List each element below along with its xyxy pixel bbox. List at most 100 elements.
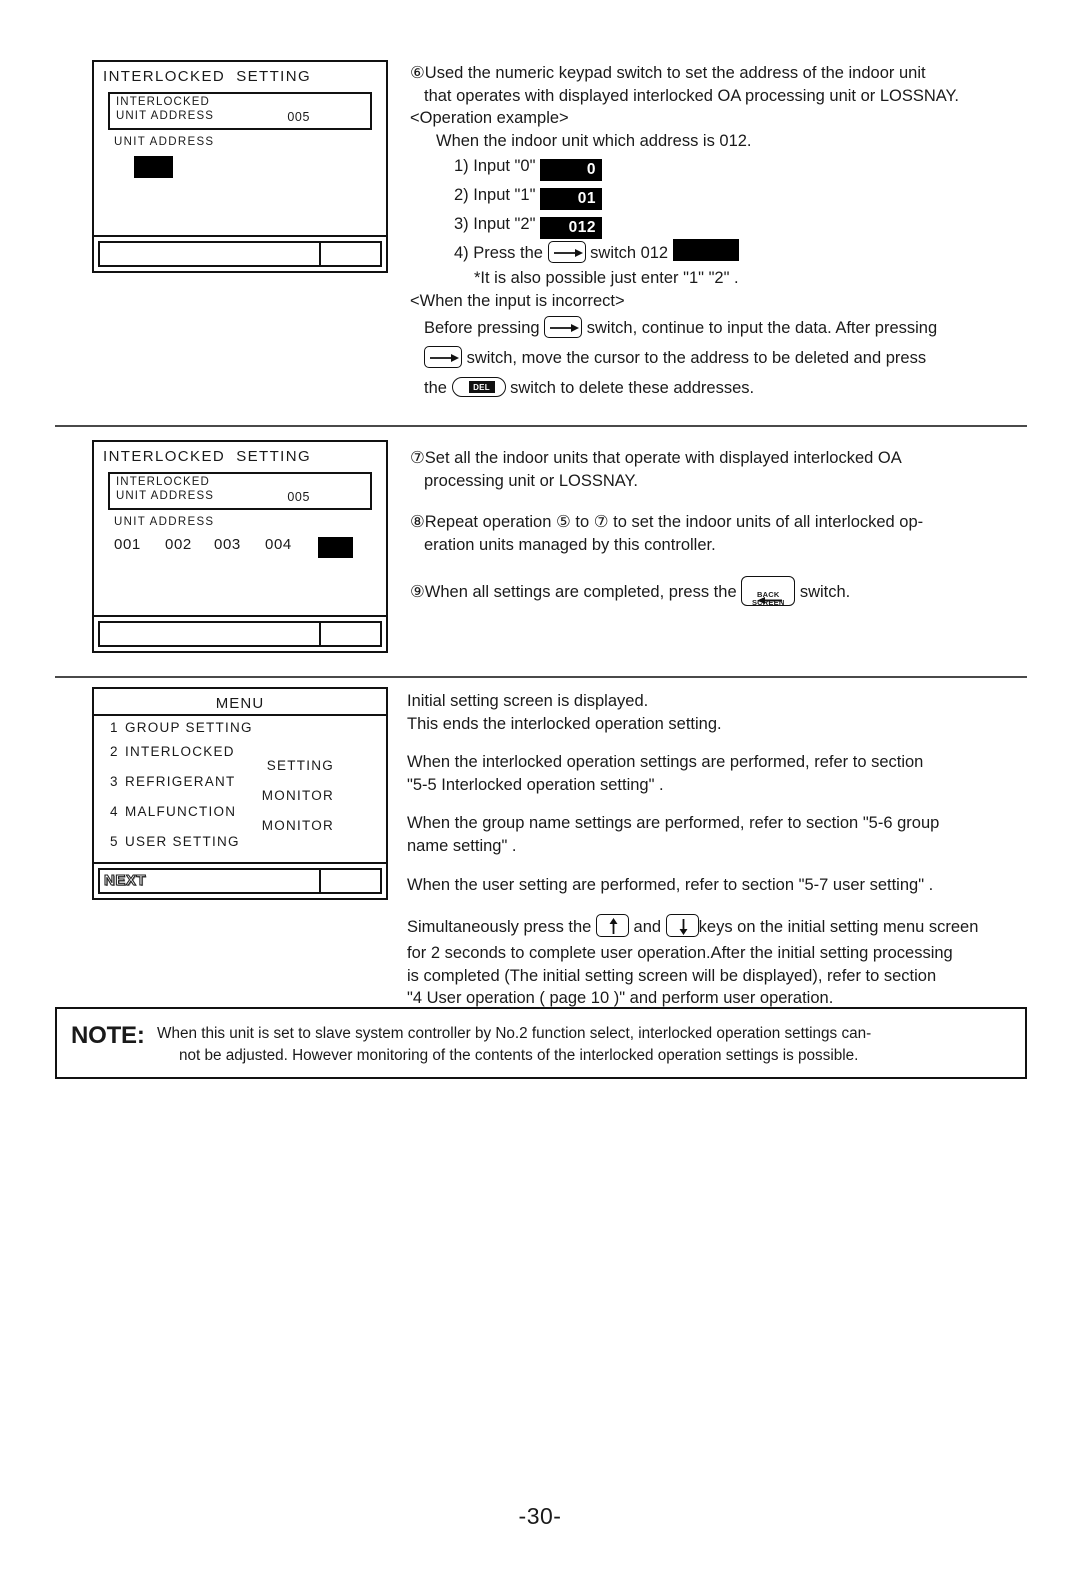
box-label-line1: INTERLOCKED xyxy=(116,96,210,108)
lcd-footer-cell-right[interactable] xyxy=(321,623,380,645)
address-cursor-block xyxy=(318,537,353,558)
section3-text: Initial setting screen is displayed. Thi… xyxy=(407,690,1039,1010)
para2-line2: "5-5 Interlocked operation setting" . xyxy=(407,775,664,794)
menu-item-label-cont: MONITOR xyxy=(261,818,334,833)
box-label-line2: UNIT ADDRESS xyxy=(116,490,214,502)
input-step-1: 1) Input "0" 0 xyxy=(410,152,1035,182)
del-key-icon[interactable]: DEL xyxy=(451,376,506,397)
menu-items: 1 GROUP SETTING 2 INTERLOCKED SETTING 3 REF… xyxy=(110,721,376,850)
menu-item-label: REFRIGERANT xyxy=(125,773,236,789)
step8-line1: ⑧Repeat operation ⑤ to ⑦ to set the indo… xyxy=(410,513,924,532)
menu-item-number: 2 xyxy=(110,743,119,759)
menu-item-malfunction-monitor[interactable]: 4 MALFUNCTION MONITOR xyxy=(110,803,376,833)
step7-line2: processing unit or LOSSNAY. xyxy=(424,471,639,490)
step9-line1: ⑨When all settings are completed, press … xyxy=(410,575,1038,609)
step8-line2: eration units managed by this controller… xyxy=(424,535,716,554)
back-screen-key-icon[interactable]: BACK SCREEN xyxy=(741,576,796,607)
arrow-down-key-icon[interactable] xyxy=(665,914,699,938)
circled-5-ref: ⑤ xyxy=(556,513,571,532)
menu-item-label: GROUP SETTING xyxy=(125,720,253,735)
menu-item-number: 4 xyxy=(110,803,119,819)
lcd-footer-cell-right[interactable] xyxy=(321,870,380,892)
menu-item-label: MALFUNCTION xyxy=(125,803,237,819)
arrow-right-key-icon[interactable] xyxy=(544,315,583,338)
arrow-right-key-icon[interactable] xyxy=(547,241,586,264)
lcd-cursor-chip xyxy=(672,239,739,262)
arrow-right-key-icon[interactable] xyxy=(424,345,462,368)
operation-example-intro: When the indoor unit which address is 01… xyxy=(436,131,752,150)
arrow-up-key-icon[interactable] xyxy=(595,914,629,938)
unit-address-label: UNIT ADDRESS xyxy=(114,516,215,528)
lcd-title: INTERLOCKED SETTING xyxy=(103,68,312,85)
list-item[interactable]: 001 xyxy=(114,536,141,553)
para1-line2: This ends the interlocked operation sett… xyxy=(407,714,722,733)
circled-9: ⑨ xyxy=(410,583,425,602)
lcd-value-chip: 01 xyxy=(540,188,603,211)
step6-line2: that operates with displayed interlocked… xyxy=(424,86,960,105)
para1-line1: Initial setting screen is displayed. xyxy=(407,692,649,710)
manual-page: INTERLOCKED SETTING INTERLOCKED UNIT ADD… xyxy=(0,0,1080,1576)
para5-line3: is completed (The initial setting screen… xyxy=(407,966,937,985)
note-line1: When this unit is set to slave system co… xyxy=(157,1025,872,1042)
page-number: -30- xyxy=(518,1503,562,1529)
lcd-footer-cell-right[interactable] xyxy=(321,243,380,265)
circled-8: ⑧ xyxy=(410,513,425,532)
arrow-left-icon xyxy=(757,597,783,605)
menu-item-label: USER SETTING xyxy=(125,833,240,849)
address-cursor-block xyxy=(134,156,173,178)
lcd-footer-cell-left[interactable] xyxy=(100,243,322,265)
note-text: When this unit is set to slave system co… xyxy=(157,1023,1009,1067)
lcd-title: MENU xyxy=(215,695,265,712)
asterisk-note: *It is also possible just enter "1" "2" … xyxy=(474,269,739,288)
box-address-value: 005 xyxy=(287,110,310,124)
circled-7-ref: ⑦ xyxy=(593,513,609,532)
list-item[interactable]: 004 xyxy=(265,536,292,553)
note-line2: not be adjusted. However monitoring of t… xyxy=(179,1047,859,1064)
menu-item-interlocked-setting[interactable]: 2 INTERLOCKED SETTING xyxy=(110,743,376,773)
lcd-footer-cell-left[interactable] xyxy=(100,623,322,645)
lcd-title: INTERLOCKED SETTING xyxy=(103,448,312,465)
para2-line1: When the interlocked operation settings … xyxy=(407,753,924,772)
menu-item-number: 3 xyxy=(110,773,119,789)
circled-6: ⑥ xyxy=(410,64,425,82)
lcd-divider xyxy=(94,862,386,864)
para3-line1: When the group name settings are perform… xyxy=(407,814,940,833)
interlocked-unit-address-box: INTERLOCKED UNIT ADDRESS 005 xyxy=(108,92,372,130)
para5-line1: Simultaneously press the and keys on the… xyxy=(407,912,1039,942)
incorrect-line-3: the DEL switch to delete these addresses… xyxy=(424,376,755,397)
para3-line2: name setting" . xyxy=(407,836,517,855)
menu-item-number: 1 xyxy=(110,720,119,735)
input-step-4: 4) Press the switch 012 xyxy=(410,239,1035,267)
lcd-panel-menu: MENU 1 GROUP SETTING 2 INTERLOCKED SETTING… xyxy=(92,687,388,900)
unit-address-label: UNIT ADDRESS xyxy=(114,136,215,148)
next-button[interactable]: NEXT xyxy=(100,870,322,892)
lcd-panel-interlocked-setting-1: INTERLOCKED SETTING INTERLOCKED UNIT ADD… xyxy=(92,60,388,273)
section1-text: ⑥Used the numeric keypad switch to set t… xyxy=(410,62,1035,403)
list-item[interactable]: 002 xyxy=(165,536,192,553)
para5-line2: for 2 seconds to complete user operation… xyxy=(407,944,953,963)
incorrect-line-2: switch, move the cursor to the address t… xyxy=(410,343,1035,373)
incorrect-input-heading: <When the input is incorrect> xyxy=(410,291,625,310)
para4-line1: When the user setting are performed, ref… xyxy=(407,875,934,894)
lcd-footer-bar xyxy=(98,241,382,267)
menu-item-label-cont: SETTING xyxy=(266,758,334,773)
lcd-value-chip: 012 xyxy=(540,217,603,240)
lcd-panel-interlocked-setting-2: INTERLOCKED SETTING INTERLOCKED UNIT ADD… xyxy=(92,440,388,653)
menu-item-refrigerant-monitor[interactable]: 3 REFRIGERANT MONITOR xyxy=(110,773,376,803)
lcd-divider xyxy=(94,615,386,617)
interlocked-unit-address-box: INTERLOCKED UNIT ADDRESS 005 xyxy=(108,472,372,510)
step7-line1: ⑦Set all the indoor units that operate w… xyxy=(410,449,902,467)
menu-item-group-setting[interactable]: 1 GROUP SETTING xyxy=(110,721,376,735)
box-address-value: 005 xyxy=(287,490,310,504)
section2-text: ⑦Set all the indoor units that operate w… xyxy=(410,447,1038,609)
list-item[interactable]: 003 xyxy=(214,536,241,553)
lcd-value-chip: 0 xyxy=(540,159,603,182)
section-divider-2 xyxy=(55,676,1027,678)
menu-item-user-setting[interactable]: 5 USER SETTING xyxy=(110,833,376,849)
